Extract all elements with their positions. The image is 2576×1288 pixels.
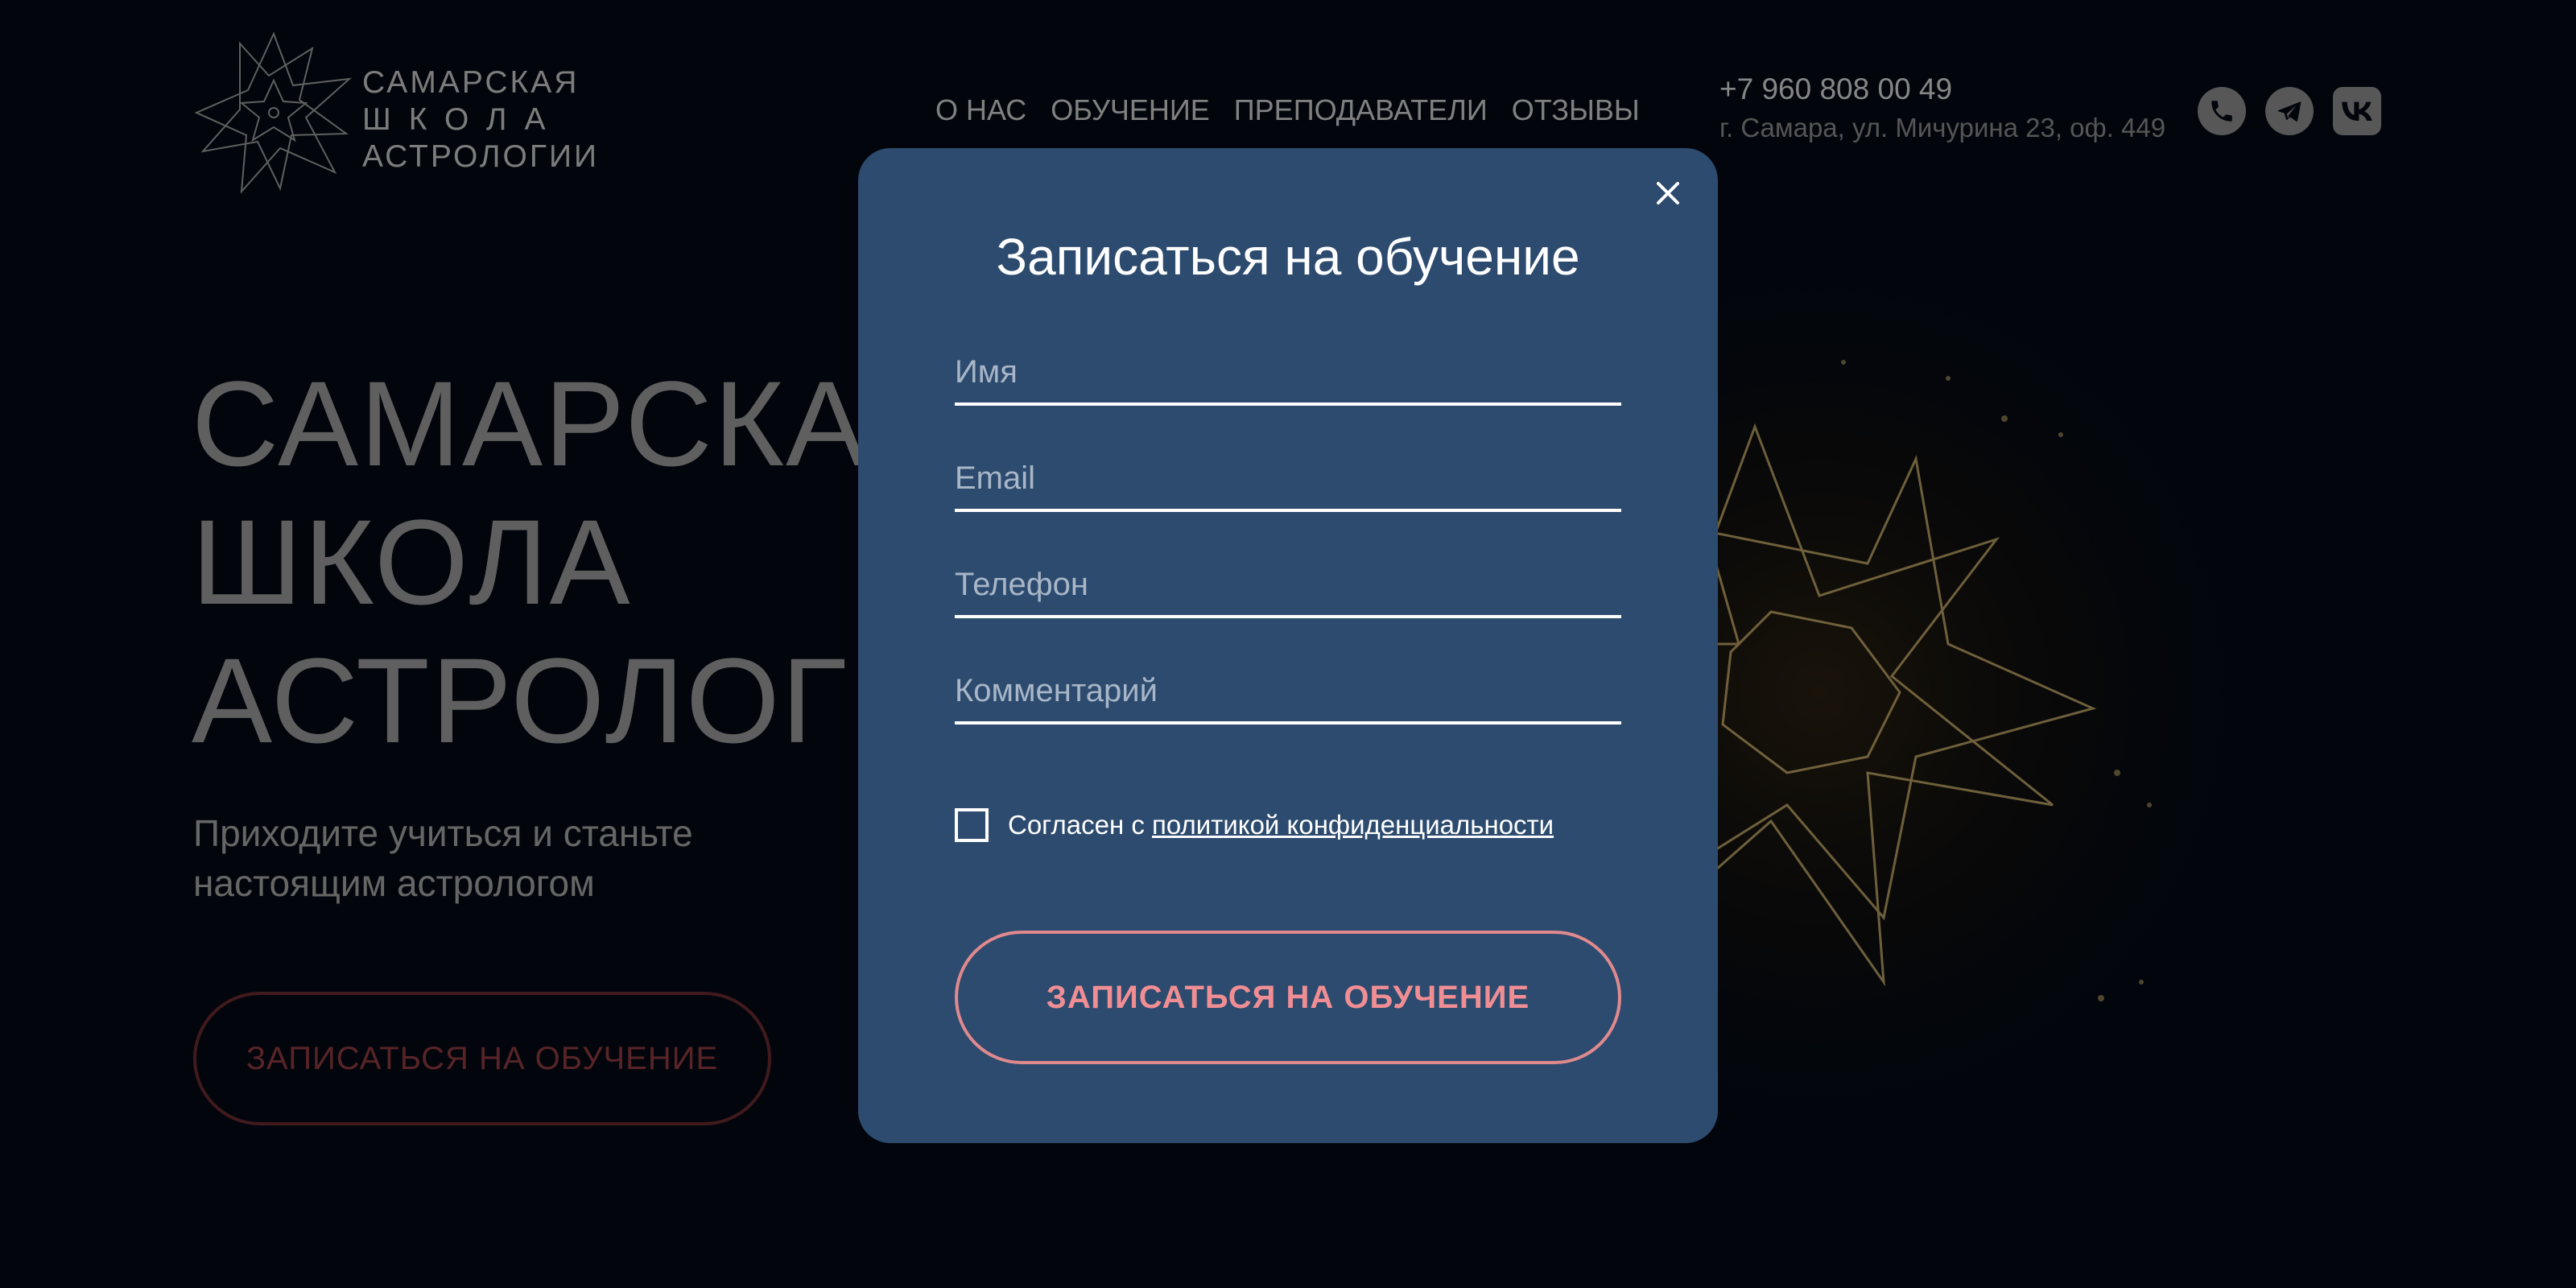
comment-input[interactable] <box>955 660 1621 721</box>
email-input[interactable] <box>955 448 1621 509</box>
name-input[interactable] <box>955 341 1621 402</box>
consent-label: Согласен с политикой конфиденциальности <box>1008 810 1554 840</box>
comment-field <box>955 660 1621 724</box>
consent-prefix: Согласен с <box>1008 810 1153 840</box>
signup-modal: Записаться на обучение Согласен с полити… <box>858 148 1718 1143</box>
email-field <box>955 448 1621 512</box>
consent-checkbox[interactable] <box>955 808 989 842</box>
phone-field <box>955 554 1621 618</box>
landing-page: САМАРСКАЯ ШКОЛА АСТРОЛОГИИ О НАС ОБУЧЕНИ… <box>0 0 2576 1288</box>
modal-submit-button[interactable]: ЗАПИСАТЬСЯ НА ОБУЧЕНИЕ <box>955 931 1621 1064</box>
close-icon[interactable] <box>1645 171 1690 216</box>
name-field <box>955 341 1621 406</box>
privacy-policy-link[interactable]: политикой конфиденциальности <box>1152 810 1554 840</box>
consent-row: Согласен с политикой конфиденциальности <box>955 808 1554 842</box>
phone-input[interactable] <box>955 554 1621 615</box>
modal-title: Записаться на обучение <box>996 228 1580 286</box>
